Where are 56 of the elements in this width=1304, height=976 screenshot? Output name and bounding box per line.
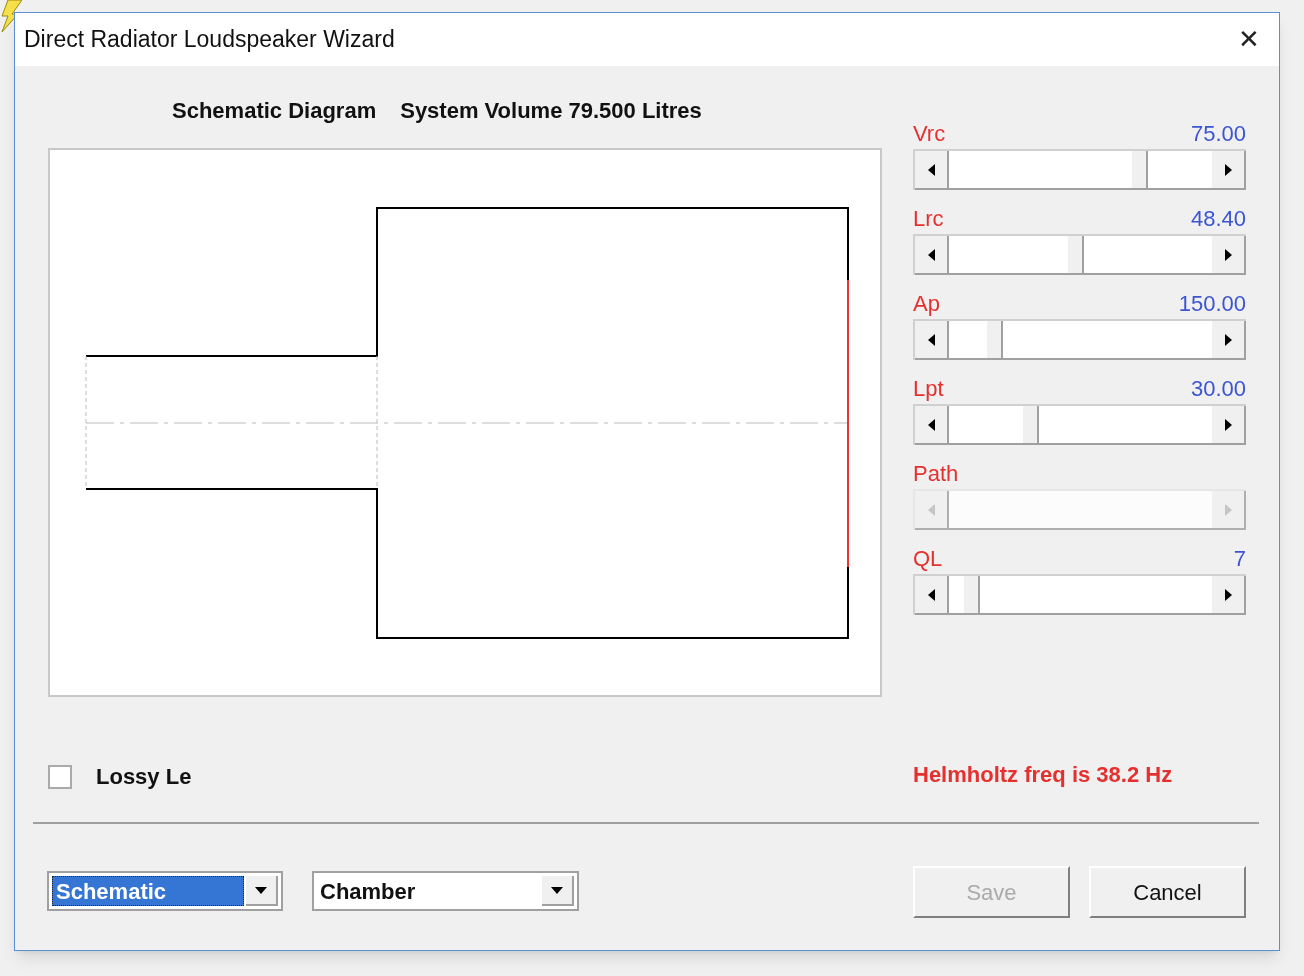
parameter-label: Vrc — [913, 123, 946, 148]
scrollbar[interactable] — [913, 574, 1246, 615]
scrollbar[interactable] — [913, 149, 1246, 190]
right-triangle-icon — [1224, 248, 1232, 261]
scrollbar[interactable] — [913, 404, 1246, 445]
left-triangle-icon — [927, 588, 935, 601]
slider-thumb[interactable] — [1131, 151, 1148, 188]
left-triangle-icon — [927, 503, 935, 516]
slider-thumb[interactable] — [963, 576, 980, 613]
parameter-value: 150.00 — [1178, 293, 1246, 318]
scroll-arrow-button[interactable] — [915, 151, 949, 190]
scroll-arrow-button[interactable] — [915, 576, 949, 615]
parameter-label: Lpt — [913, 378, 944, 403]
left-triangle-icon — [927, 163, 935, 176]
parameter-value: 48.40 — [1190, 208, 1246, 233]
right-triangle-icon — [1224, 333, 1232, 346]
scroll-arrow-button[interactable] — [1212, 321, 1246, 360]
helmholtz-frequency-text: Helmholtz freq is 38.2 Hz — [913, 761, 1173, 789]
slider-thumb[interactable] — [987, 321, 1004, 358]
close-button[interactable]: ✕ — [1229, 19, 1269, 60]
view-dropdown[interactable]: Schematic — [47, 871, 283, 911]
right-triangle-icon — [1224, 588, 1232, 601]
scroll-arrow-button[interactable] — [915, 406, 949, 445]
parameter-label: QL — [913, 548, 943, 573]
checkbox[interactable] — [48, 764, 72, 789]
scrollbar[interactable] — [913, 319, 1246, 360]
slider-thumb[interactable] — [1023, 406, 1040, 443]
part-dropdown[interactable]: Chamber — [312, 871, 579, 911]
scroll-arrow-button[interactable] — [1212, 151, 1246, 190]
dropdown-value: Schematic — [52, 876, 244, 906]
slider-thumb[interactable] — [1067, 236, 1084, 273]
scroll-arrow-button[interactable] — [1212, 406, 1246, 445]
window-title: Direct Radiator Loudspeaker Wizard — [24, 25, 395, 55]
parameter-label: Path — [913, 463, 959, 488]
lossy-le-label: Lossy Le — [96, 763, 192, 791]
left-triangle-icon — [927, 248, 935, 261]
parameter-label: Lrc — [913, 208, 944, 233]
scroll-arrow-button[interactable] — [1212, 576, 1246, 615]
right-triangle-icon — [1224, 163, 1232, 176]
diagram-heading: Schematic Diagram — [172, 97, 377, 125]
parameter-label: Ap — [913, 293, 940, 318]
dialog-button[interactable]: Cancel — [1089, 866, 1246, 918]
scroll-arrow-button[interactable] — [1212, 236, 1246, 275]
lightning-icon — [0, 0, 22, 32]
left-triangle-icon — [927, 418, 935, 431]
right-triangle-icon — [1224, 503, 1232, 516]
left-triangle-icon — [927, 333, 935, 346]
scroll-arrow-button[interactable] — [915, 236, 949, 275]
parameter-value: 30.00 — [1190, 378, 1246, 403]
system-volume-label: System Volume 79.500 Litres — [400, 97, 702, 125]
dropdown-value: Chamber — [319, 877, 417, 906]
scrollbar[interactable] — [913, 234, 1246, 275]
parameter-value: 75.00 — [1190, 123, 1246, 148]
scroll-arrow-button[interactable] — [915, 321, 949, 360]
parameter-value: 7 — [1233, 548, 1246, 573]
right-triangle-icon — [1224, 418, 1232, 431]
